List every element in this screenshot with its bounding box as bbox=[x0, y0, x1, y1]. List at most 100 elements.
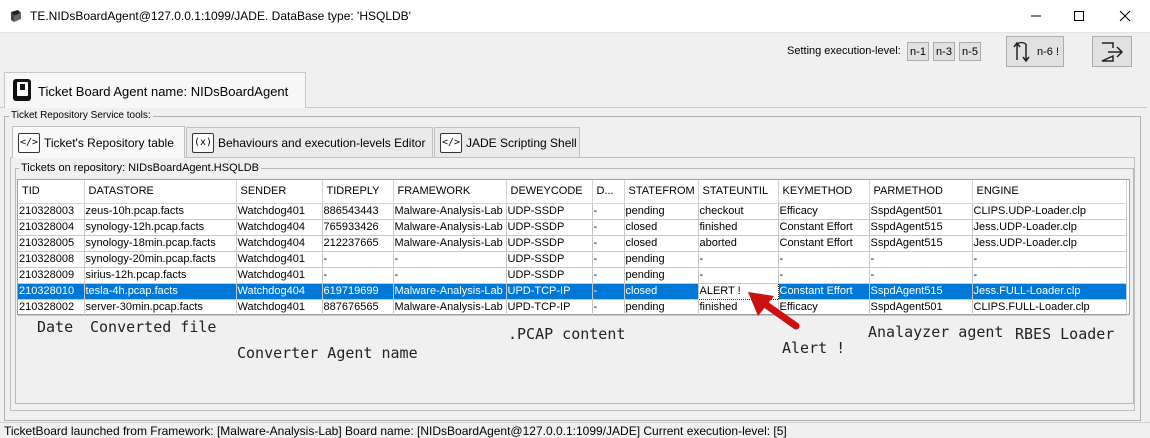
table-cell[interactable]: 210328002 bbox=[18, 299, 85, 316]
table-cell[interactable]: SspdAgent515 bbox=[869, 283, 973, 300]
table-cell[interactable]: 210328005 bbox=[18, 235, 85, 252]
table-cell[interactable]: - bbox=[322, 267, 394, 284]
table-row[interactable]: 210328008 synology-20min.pcap.facts Watchd… bbox=[18, 251, 1127, 268]
tickets-table-container[interactable]: TID DATASTORE SENDER TIDREPLY FRAMEWORK DEWEY… bbox=[17, 179, 1130, 316]
table-cell[interactable]: 212237665 bbox=[322, 235, 394, 252]
table-cell[interactable]: 210328009 bbox=[18, 267, 85, 284]
column-header[interactable]: FRAMEWORK bbox=[393, 180, 507, 204]
column-header[interactable]: DEWEYCODE bbox=[506, 180, 593, 204]
table-cell[interactable]: CLIPS.FULL-Loader.clp bbox=[972, 299, 1127, 316]
tab-jade-shell[interactable]: </> JADE Scripting Shell bbox=[434, 127, 580, 158]
level-n5-button[interactable]: n-5 bbox=[959, 42, 981, 61]
table-cell[interactable]: 210328008 bbox=[18, 251, 85, 268]
close-button[interactable] bbox=[1102, 0, 1148, 32]
table-cell[interactable]: Malware-Analysis-Lab bbox=[393, 299, 507, 316]
table-cell[interactable]: UPD-TCP-IP bbox=[506, 283, 593, 300]
table-cell[interactable]: UDP-SSDP bbox=[506, 219, 593, 236]
table-cell[interactable]: Watchdog404 bbox=[236, 219, 323, 236]
column-header[interactable]: D... bbox=[592, 180, 625, 204]
column-header[interactable]: STATEFROM bbox=[624, 180, 699, 204]
table-row[interactable]: 210328003 zeus-10h.pcap.facts Watchdog401 8… bbox=[18, 203, 1127, 220]
table-cell[interactable]: - bbox=[592, 267, 625, 284]
table-cell[interactable]: Constant Effort bbox=[778, 219, 870, 236]
table-cell[interactable]: Constant Effort bbox=[778, 235, 870, 252]
table-cell[interactable]: pending bbox=[624, 203, 699, 220]
table-cell[interactable]: UDP-SSDP bbox=[506, 251, 593, 268]
column-header[interactable]: TIDREPLY bbox=[322, 180, 394, 204]
table-cell[interactable]: sirius-12h.pcap.facts bbox=[84, 267, 237, 284]
table-row[interactable]: 210328002 server-30min.pcap.facts Watchdog… bbox=[18, 299, 1127, 316]
table-cell[interactable]: SspdAgent515 bbox=[869, 235, 973, 252]
table-cell[interactable]: - bbox=[592, 235, 625, 252]
table-cell[interactable]: - bbox=[778, 251, 870, 268]
table-cell[interactable]: synology-12h.pcap.facts bbox=[84, 219, 237, 236]
level-n3-button[interactable]: n-3 bbox=[933, 42, 955, 61]
tab-behaviours-editor[interactable]: (x) Behaviours and execution-levels Edit… bbox=[186, 127, 433, 158]
table-cell[interactable]: - bbox=[592, 203, 625, 220]
table-cell[interactable]: 887676565 bbox=[322, 299, 394, 316]
table-cell[interactable]: Jess.UDP-Loader.clp bbox=[972, 219, 1127, 236]
level-n1-button[interactable]: n-1 bbox=[907, 42, 929, 61]
table-cell[interactable]: closed bbox=[624, 219, 699, 236]
table-cell[interactable]: synology-20min.pcap.facts bbox=[84, 251, 237, 268]
agent-tab[interactable]: Ticket Board Agent name: NIDsBoardAgent bbox=[4, 72, 306, 108]
table-row[interactable]: 210328004 synology-12h.pcap.facts Watchdog… bbox=[18, 219, 1127, 236]
table-cell[interactable]: 886543443 bbox=[322, 203, 394, 220]
table-cell[interactable]: synology-18min.pcap.facts bbox=[84, 235, 237, 252]
table-cell[interactable]: - bbox=[592, 251, 625, 268]
table-cell[interactable]: Watchdog401 bbox=[236, 299, 323, 316]
column-header[interactable]: KEYMETHOD bbox=[778, 180, 870, 204]
table-cell[interactable]: - bbox=[592, 283, 625, 300]
table-cell[interactable]: closed bbox=[624, 283, 699, 300]
table-cell[interactable]: tesla-4h.pcap.facts bbox=[84, 283, 237, 300]
table-cell[interactable]: Watchdog401 bbox=[236, 267, 323, 284]
table-cell[interactable]: Jess.UDP-Loader.clp bbox=[972, 235, 1127, 252]
table-row[interactable]: 210328005 synology-18min.pcap.facts Watchd… bbox=[18, 235, 1127, 252]
table-cell[interactable]: - bbox=[972, 267, 1127, 284]
exit-button[interactable] bbox=[1092, 36, 1132, 67]
table-cell[interactable]: server-30min.pcap.facts bbox=[84, 299, 237, 316]
table-cell[interactable]: UDP-SSDP bbox=[506, 267, 593, 284]
table-cell[interactable]: 619719699 bbox=[322, 283, 394, 300]
table-cell[interactable]: pending bbox=[624, 251, 699, 268]
column-header[interactable]: STATEUNTIL bbox=[698, 180, 779, 204]
table-cell[interactable]: pending bbox=[624, 299, 699, 316]
table-cell[interactable]: Jess.FULL-Loader.clp bbox=[972, 283, 1127, 300]
table-cell[interactable]: SspdAgent501 bbox=[869, 203, 973, 220]
table-cell[interactable]: - bbox=[972, 251, 1127, 268]
table-cell[interactable]: aborted bbox=[698, 235, 779, 252]
table-cell[interactable]: Watchdog401 bbox=[236, 203, 323, 220]
minimize-button[interactable] bbox=[1013, 0, 1059, 32]
table-cell[interactable]: pending bbox=[624, 267, 699, 284]
table-cell[interactable]: UDP-SSDP bbox=[506, 235, 593, 252]
tickets-table[interactable]: TID DATASTORE SENDER TIDREPLY FRAMEWORK DEWEY… bbox=[18, 180, 1127, 316]
level-n6-button[interactable]: n-6 ! bbox=[1006, 36, 1064, 67]
table-row[interactable]: 210328009 sirius-12h.pcap.facts Watchdog40… bbox=[18, 267, 1127, 284]
table-cell[interactable]: Malware-Analysis-Lab bbox=[393, 235, 507, 252]
table-cell[interactable]: 210328004 bbox=[18, 219, 85, 236]
table-cell[interactable]: - bbox=[592, 299, 625, 316]
table-cell[interactable]: - bbox=[698, 267, 779, 284]
table-cell[interactable]: Watchdog404 bbox=[236, 283, 323, 300]
table-cell[interactable]: Malware-Analysis-Lab bbox=[393, 203, 507, 220]
table-cell[interactable]: closed bbox=[624, 235, 699, 252]
table-cell[interactable]: SspdAgent501 bbox=[869, 299, 973, 316]
column-header[interactable]: ENGINE bbox=[972, 180, 1127, 204]
table-cell[interactable]: - bbox=[393, 267, 507, 284]
table-cell[interactable]: CLIPS.UDP-Loader.clp bbox=[972, 203, 1127, 220]
table-cell[interactable]: Efficacy bbox=[778, 203, 870, 220]
table-cell[interactable]: UDP-SSDP bbox=[506, 203, 593, 220]
table-cell[interactable]: UPD-TCP-IP bbox=[506, 299, 593, 316]
table-cell[interactable]: - bbox=[393, 251, 507, 268]
table-cell[interactable]: 210328010 bbox=[18, 283, 85, 300]
table-cell[interactable]: - bbox=[322, 251, 394, 268]
table-cell[interactable]: 765933426 bbox=[322, 219, 394, 236]
table-row[interactable]: 210328010 tesla-4h.pcap.facts Watchdog404 6… bbox=[18, 282, 1127, 300]
table-cell[interactable]: Malware-Analysis-Lab bbox=[393, 219, 507, 236]
column-header[interactable]: SENDER bbox=[236, 180, 323, 204]
table-cell[interactable]: checkout bbox=[698, 203, 779, 220]
table-cell[interactable]: 210328003 bbox=[18, 203, 85, 220]
column-header[interactable]: PARMETHOD bbox=[869, 180, 973, 204]
tab-repository-table[interactable]: </> Ticket's Repository table bbox=[12, 126, 185, 158]
table-cell[interactable]: finished bbox=[698, 219, 779, 236]
